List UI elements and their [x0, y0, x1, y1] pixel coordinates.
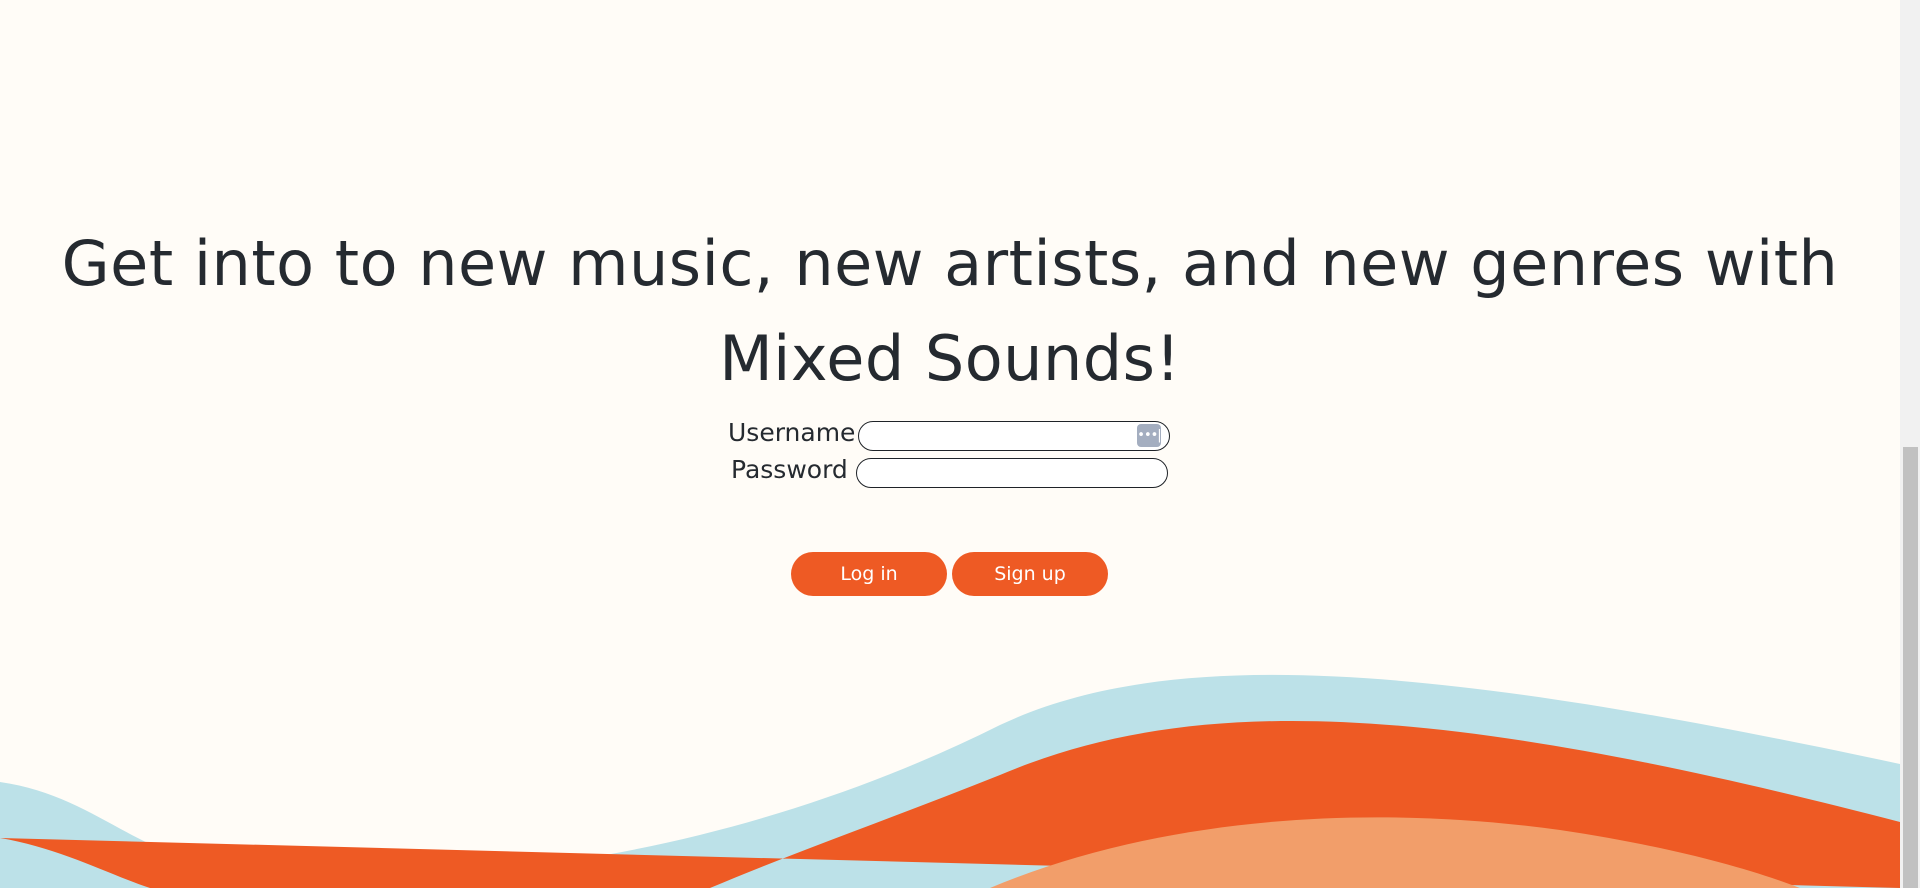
page-content: Get into to new music, new artists, and … — [0, 0, 1900, 888]
scrollbar-thumb[interactable] — [1903, 447, 1918, 888]
login-page: Get into to new music, new artists, and … — [0, 0, 1920, 888]
decorative-waves — [0, 674, 1900, 888]
